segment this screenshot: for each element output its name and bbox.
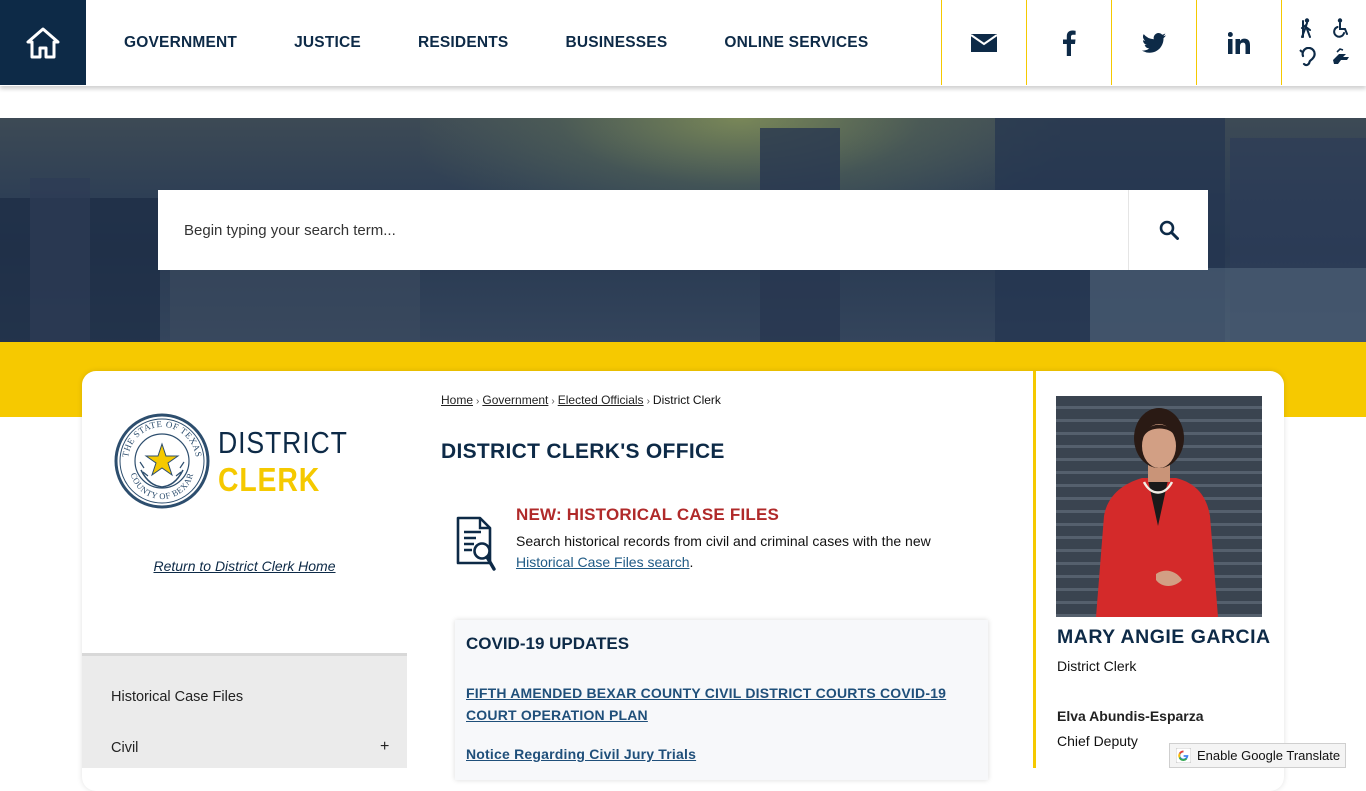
google-translate-button[interactable]: Enable Google Translate	[1169, 743, 1346, 768]
logo-text-clerk: CLERK	[218, 460, 321, 498]
google-translate-icon	[1176, 748, 1191, 763]
historical-case-files-search-link[interactable]: Historical Case Files search	[516, 554, 690, 570]
home-button[interactable]	[0, 0, 86, 85]
covid-updates-box: COVID-19 UPDATES FIFTH AMENDED BEXAR COU…	[455, 620, 988, 780]
nav-government[interactable]: GOVERNMENT	[124, 34, 237, 52]
bexar-county-seal: THE STATE OF TEXAS COUNTY OF BEXAR	[114, 413, 210, 509]
official-name: MARY ANGIE GARCIA	[1057, 626, 1271, 648]
return-to-district-clerk-home-link[interactable]: Return to District Clerk Home	[82, 558, 407, 574]
expand-toggle-icon[interactable]: +	[380, 738, 389, 756]
column-divider	[1033, 371, 1036, 768]
search-input[interactable]	[158, 190, 1128, 270]
callout-text: Search historical records from civil and…	[516, 533, 931, 549]
top-navigation-bar: GOVERNMENT JUSTICE RESIDENTS BUSINESSES …	[0, 0, 1366, 86]
breadcrumb-government[interactable]: Government	[482, 393, 548, 407]
sidenav-item-civil[interactable]: Civil	[111, 740, 138, 756]
nav-businesses[interactable]: BUSINESSES	[565, 34, 667, 52]
breadcrumb-separator: ›	[476, 396, 480, 407]
covid-updates-title: COVID-19 UPDATES	[466, 634, 630, 653]
search-icon	[1159, 220, 1179, 240]
callout-period: .	[689, 554, 694, 570]
twitter-link[interactable]	[1111, 0, 1196, 85]
historical-case-files-description: Search historical records from civil and…	[516, 531, 976, 573]
facebook-link[interactable]	[1026, 0, 1111, 85]
accessibility-icons	[1281, 0, 1366, 85]
civil-jury-trials-notice-link[interactable]: Notice Regarding Civil Jury Trials	[466, 746, 696, 762]
official-portrait	[1056, 396, 1262, 617]
nav-justice[interactable]: JUSTICE	[294, 34, 361, 52]
breadcrumb-separator: ›	[551, 396, 555, 407]
deputy-title: Chief Deputy	[1057, 733, 1138, 749]
home-icon	[26, 27, 60, 58]
nav-online-services[interactable]: ONLINE SERVICES	[724, 34, 868, 52]
logo-text-district: DISTRICT	[218, 424, 348, 460]
breadcrumb-elected-officials[interactable]: Elected Officials	[558, 393, 644, 407]
historical-case-files-heading[interactable]: NEW: HISTORICAL CASE FILES	[516, 505, 779, 525]
document-search-icon	[454, 515, 498, 578]
site-search	[158, 190, 1208, 270]
facebook-icon	[1063, 30, 1076, 56]
side-navigation: Historical Case Files Civil +	[82, 653, 407, 768]
wheelchair-icon[interactable]	[1325, 14, 1356, 42]
page-title: DISTRICT CLERK'S OFFICE	[441, 440, 725, 463]
breadcrumb-home[interactable]: Home	[441, 393, 473, 407]
sign-language-icon[interactable]	[1325, 44, 1356, 72]
linkedin-icon	[1228, 31, 1250, 54]
nav-residents[interactable]: RESIDENTS	[418, 34, 509, 52]
covid-operation-plan-link[interactable]: FIFTH AMENDED BEXAR COUNTY CIVIL DISTRIC…	[466, 682, 966, 726]
linkedin-link[interactable]	[1196, 0, 1281, 85]
official-title: District Clerk	[1057, 658, 1137, 674]
district-clerk-logo[interactable]: THE STATE OF TEXAS COUNTY OF BEXAR DISTR…	[114, 412, 369, 510]
walking-person-icon[interactable]	[1292, 14, 1323, 42]
breadcrumb-current: District Clerk	[652, 393, 721, 407]
sidenav-item-historical-case-files[interactable]: Historical Case Files	[111, 689, 243, 705]
envelope-icon	[971, 33, 997, 52]
breadcrumb-separator: ›	[646, 396, 650, 407]
search-button[interactable]	[1128, 190, 1208, 270]
twitter-icon	[1142, 32, 1166, 53]
breadcrumb: Home › Government › Elected Officials › Distri…	[441, 393, 721, 407]
main-nav: GOVERNMENT JUSTICE RESIDENTS BUSINESSES …	[124, 0, 925, 85]
deputy-name: Elva Abundis-Esparza	[1057, 708, 1204, 724]
email-link[interactable]	[941, 0, 1026, 85]
google-translate-label: Enable Google Translate	[1197, 748, 1341, 763]
hearing-icon[interactable]	[1292, 44, 1323, 72]
